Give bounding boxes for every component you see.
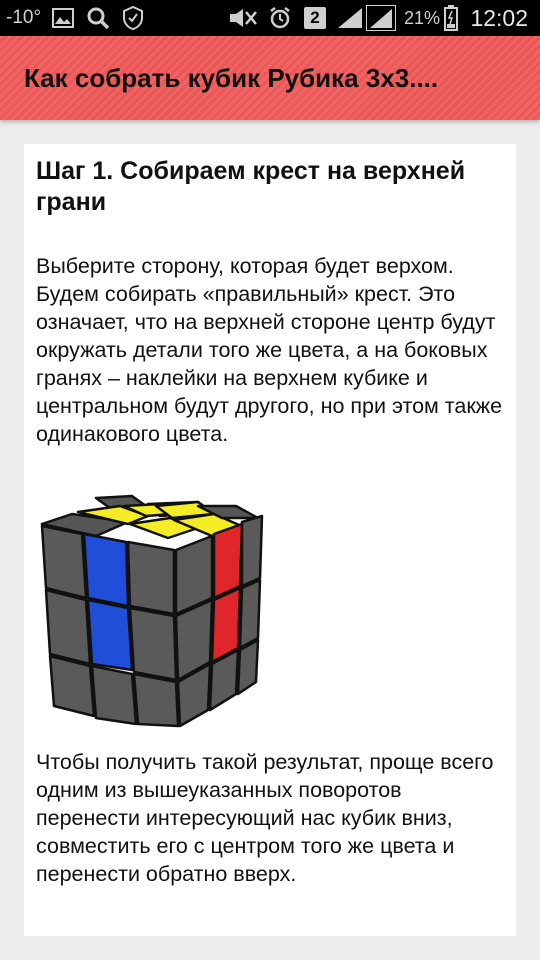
temperature-text: -10°: [6, 7, 42, 28]
alarm-icon: [268, 0, 292, 36]
paragraph-2: Чтобы получить такой результат, проще вс…: [36, 750, 494, 886]
search-icon: [86, 0, 110, 36]
shield-icon: [122, 0, 144, 36]
clock-text: 12:02: [470, 4, 528, 31]
paragraph-1: Выберите сторону, которая будет верхом. …: [36, 254, 503, 446]
battery-percent-text: 21%: [404, 7, 441, 28]
rubiks-cube-cross-illustration: [40, 494, 264, 728]
status-bar: -10° 2 21% 12:02: [0, 0, 540, 36]
sim-icon: 2: [304, 7, 326, 29]
step-title: Шаг 1. Собираем крест на верхней грани: [36, 157, 466, 216]
article-card: Шаг 1. Собираем крест на верхней грани В…: [24, 144, 516, 936]
page-title: Как собрать кубик Рубика 3x3....: [24, 62, 439, 93]
app-bar: Как собрать кубик Рубика 3x3....: [0, 36, 540, 120]
battery-icon: [444, 0, 458, 36]
signal-icon: [336, 0, 364, 36]
mute-icon: [226, 0, 260, 36]
signal-icon: [366, 0, 396, 36]
image-icon: [52, 0, 74, 36]
